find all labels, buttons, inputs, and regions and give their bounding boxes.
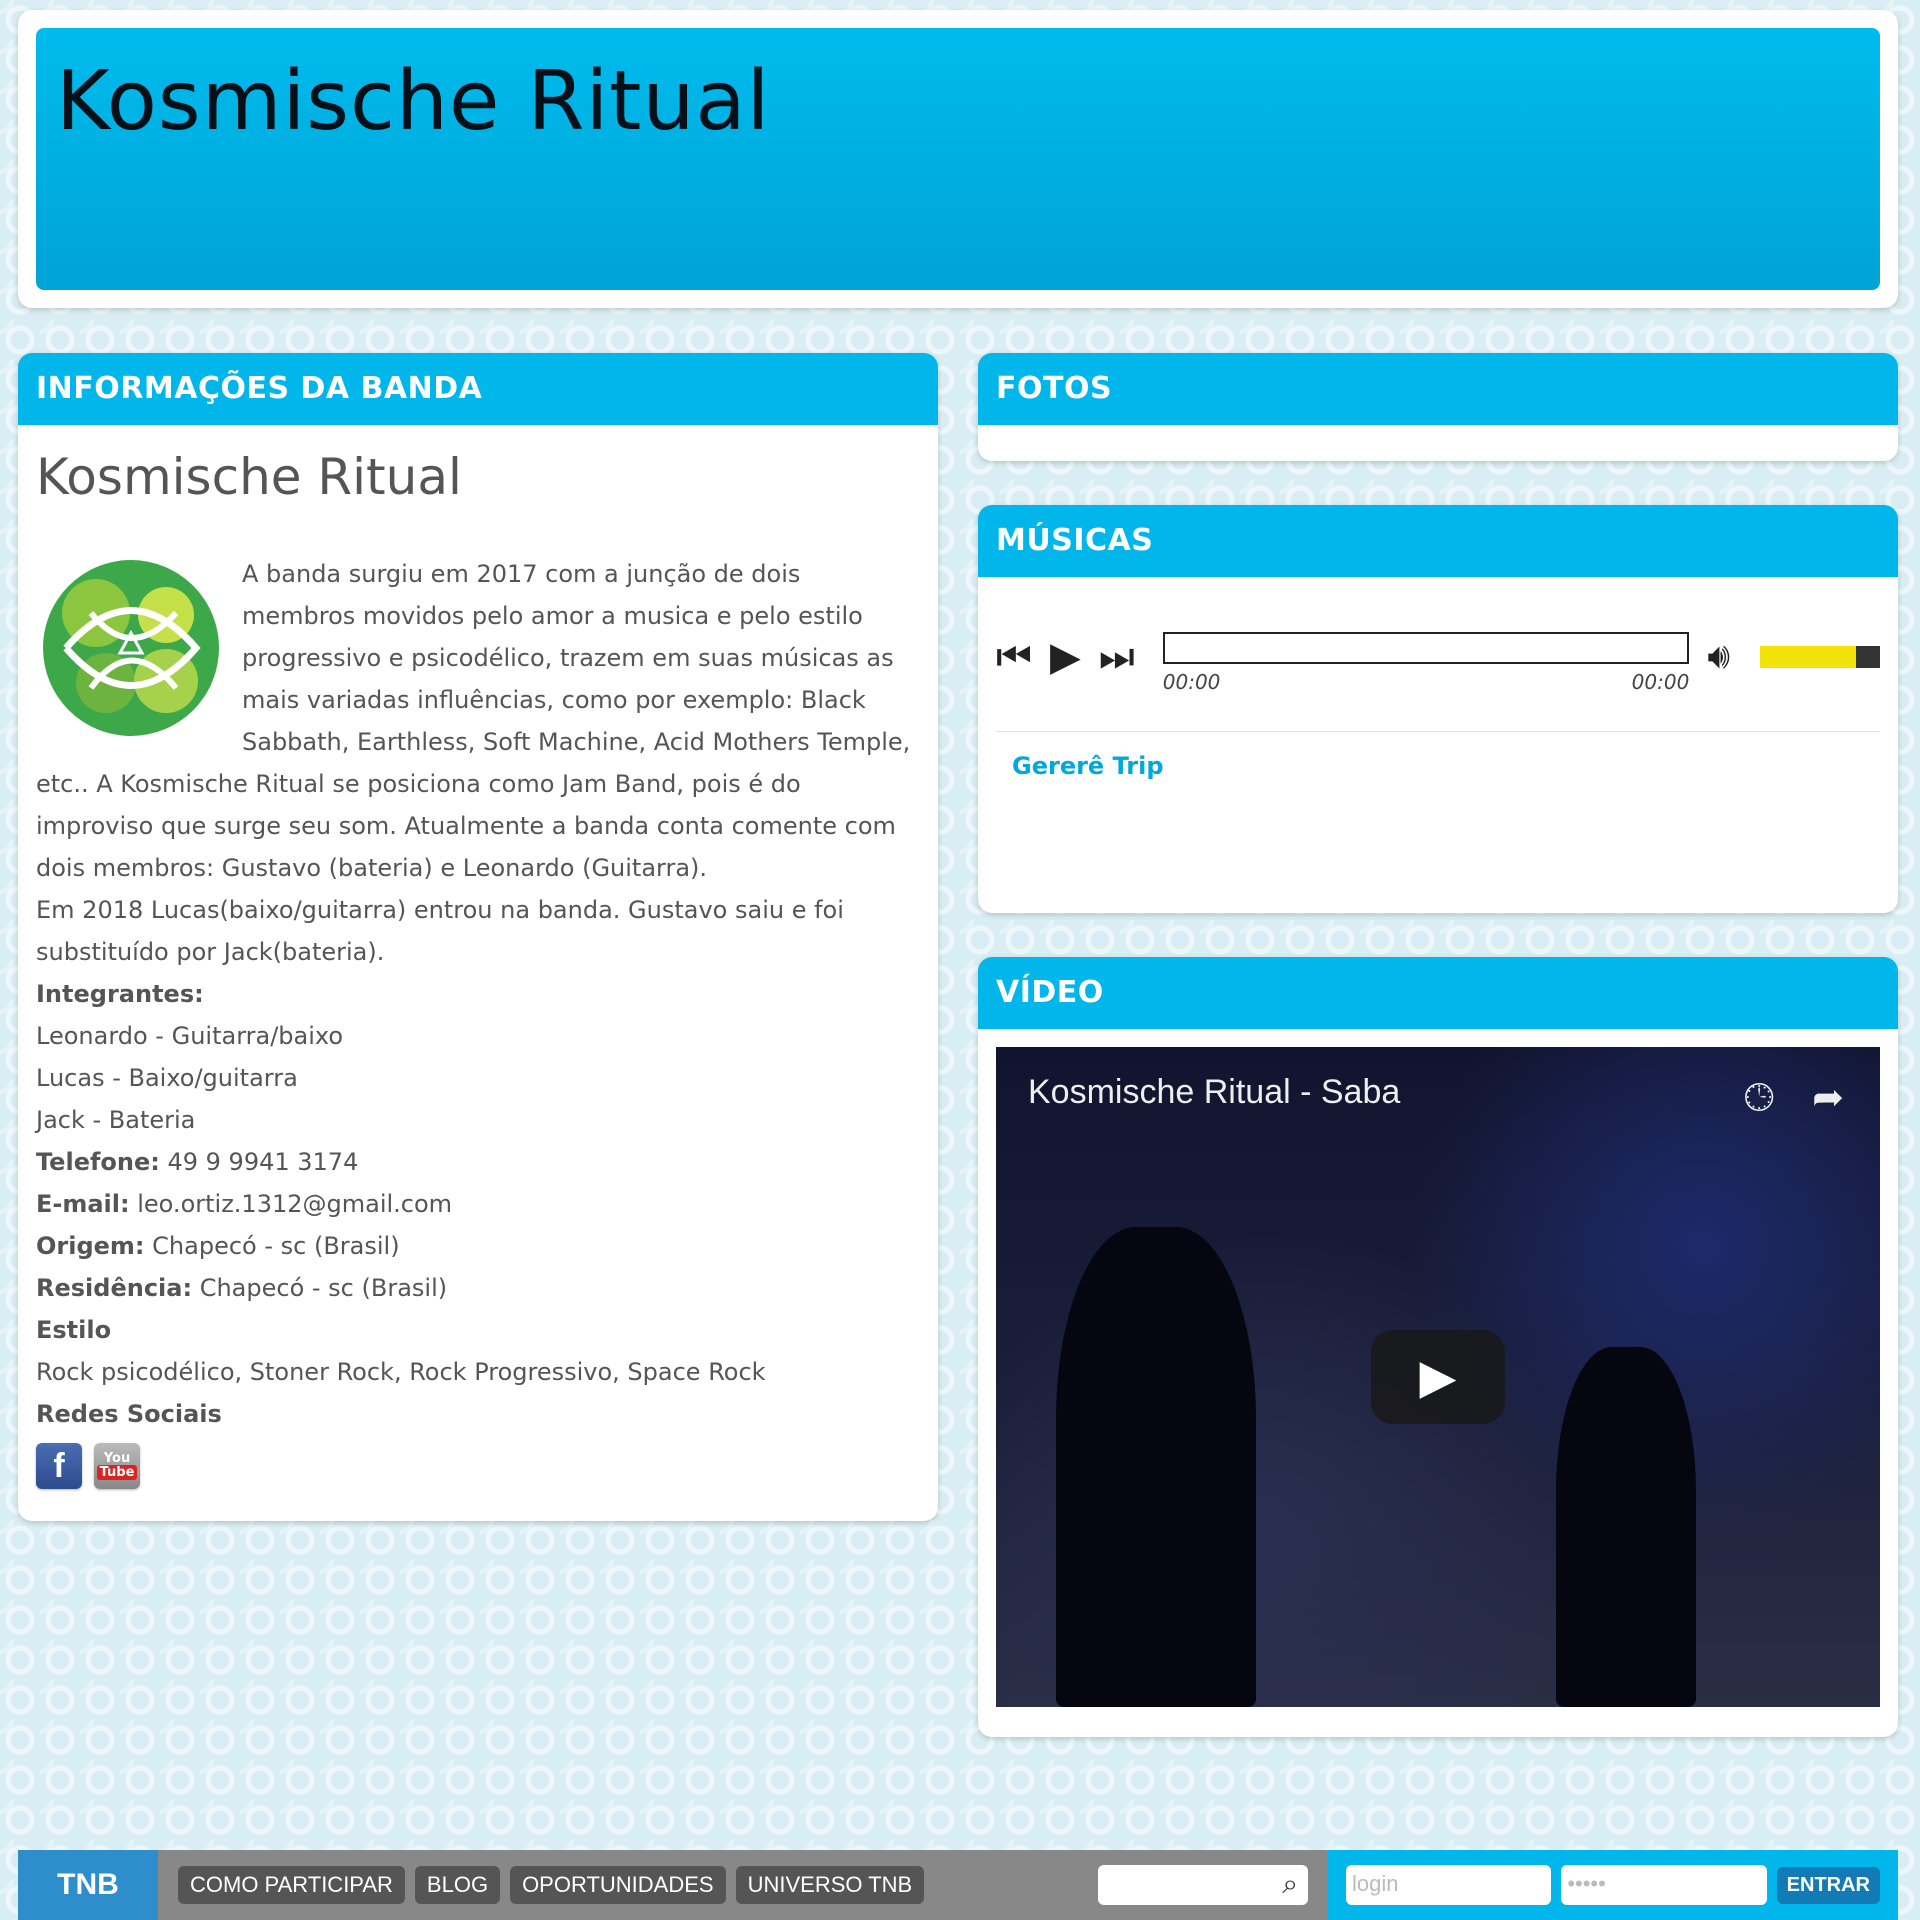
video-figure: [1556, 1347, 1696, 1707]
search-input[interactable]: ⌕: [1098, 1865, 1308, 1905]
email-label: E-mail:: [36, 1190, 130, 1218]
style-label: Estilo: [36, 1316, 112, 1344]
password-field[interactable]: •••••: [1561, 1865, 1767, 1905]
email-row: E-mail: leo.ortiz.1312@gmail.com: [36, 1183, 920, 1225]
video-title: Kosmische Ritual - Saba: [1028, 1073, 1401, 1111]
nav-como-participar[interactable]: COMO PARTICIPAR: [178, 1866, 405, 1904]
video-play-button[interactable]: ▶: [1371, 1330, 1505, 1424]
audio-player: ⏮ ▶ ⏭ 00:00 00:00 🔊︎: [978, 577, 1898, 697]
volume-slider[interactable]: [1760, 646, 1880, 668]
phone-row: Telefone: 49 9 9941 3174: [36, 1141, 920, 1183]
member-item: Leonardo - Guitarra/baixo: [36, 1022, 344, 1050]
previous-track-icon[interactable]: ⏮: [996, 634, 1032, 680]
video-heading: VÍDEO: [978, 957, 1898, 1029]
total-time: 00:00: [1631, 670, 1690, 694]
band-logo: [36, 553, 226, 743]
next-track-icon[interactable]: ⏭: [1099, 634, 1135, 680]
footer-nav: COMO PARTICIPAR BLOG OPORTUNIDADES UNIVE…: [158, 1850, 925, 1920]
footer-bar: TNB COMO PARTICIPAR BLOG OPORTUNIDADES U…: [18, 1850, 1898, 1920]
login-field[interactable]: login: [1346, 1865, 1552, 1905]
page-title: Kosmische Ritual: [56, 54, 771, 149]
login-button[interactable]: ENTRAR: [1776, 1866, 1880, 1904]
photos-panel: FOTOS: [978, 353, 1898, 461]
bio-text-2: Em 2018 Lucas(baixo/guitarra) entrou na …: [36, 896, 844, 966]
search-icon[interactable]: ⌕: [1282, 1867, 1298, 1901]
video-figure: [1056, 1227, 1256, 1707]
social-links: f You Tube: [36, 1443, 920, 1489]
phone-value: 49 9 9941 3174: [159, 1148, 359, 1176]
video-player[interactable]: Kosmische Ritual - Saba 🕒︎ ➦ ▶: [996, 1047, 1880, 1707]
current-time: 00:00: [1162, 670, 1221, 694]
phone-label: Telefone:: [36, 1148, 160, 1176]
origin-value: Chapecó - sc (Brasil): [144, 1232, 400, 1260]
origin-row: Origem: Chapecó - sc (Brasil): [36, 1225, 920, 1267]
residence-row: Residência: Chapecó - sc (Brasil): [36, 1267, 920, 1309]
watch-later-icon[interactable]: 🕒︎: [1744, 1075, 1774, 1120]
member-item: Lucas - Baixo/guitarra: [36, 1064, 298, 1092]
music-panel: MÚSICAS ⏮ ▶ ⏭ 00:00 00:00 🔊︎ Gererê Trip: [978, 505, 1898, 913]
nav-oportunidades[interactable]: OPORTUNIDADES: [510, 1866, 726, 1904]
email-value: leo.ortiz.1312@gmail.com: [129, 1190, 453, 1218]
track-link[interactable]: Gererê Trip: [978, 732, 1898, 800]
share-icon[interactable]: ➦: [1812, 1075, 1844, 1120]
nav-universo-tnb[interactable]: UNIVERSO TNB: [735, 1866, 925, 1904]
residence-label: Residência:: [36, 1274, 193, 1302]
header-banner: Kosmische Ritual: [36, 28, 1880, 290]
tnb-logo[interactable]: TNB: [18, 1850, 158, 1920]
members-label: Integrantes:: [36, 980, 204, 1008]
volume-icon[interactable]: 🔊︎: [1707, 636, 1730, 678]
facebook-icon[interactable]: f: [36, 1443, 82, 1489]
youtube-icon[interactable]: You Tube: [94, 1443, 140, 1489]
residence-value: Chapecó - sc (Brasil): [192, 1274, 448, 1302]
origin-label: Origem:: [36, 1232, 145, 1260]
music-heading: MÚSICAS: [978, 505, 1898, 577]
header-panel: Kosmische Ritual: [18, 10, 1898, 308]
band-info-panel: INFORMAÇÕES DA BANDA Kosmische Ritual A …: [18, 353, 938, 1521]
style-value: Rock psicodélico, Stoner Rock, Rock Prog…: [36, 1358, 766, 1386]
play-icon[interactable]: ▶: [1050, 634, 1081, 680]
video-panel: VÍDEO Kosmische Ritual - Saba 🕒︎ ➦ ▶: [978, 957, 1898, 1737]
login-area: login ••••• ENTRAR: [1328, 1850, 1898, 1920]
member-item: Jack - Bateria: [36, 1106, 196, 1134]
photos-heading: FOTOS: [978, 353, 1898, 425]
band-name: Kosmische Ritual: [36, 448, 462, 506]
nav-blog[interactable]: BLOG: [414, 1866, 501, 1904]
band-info-heading: INFORMAÇÕES DA BANDA: [18, 353, 938, 425]
progress-bar[interactable]: [1162, 632, 1690, 664]
social-label: Redes Sociais: [36, 1400, 222, 1428]
